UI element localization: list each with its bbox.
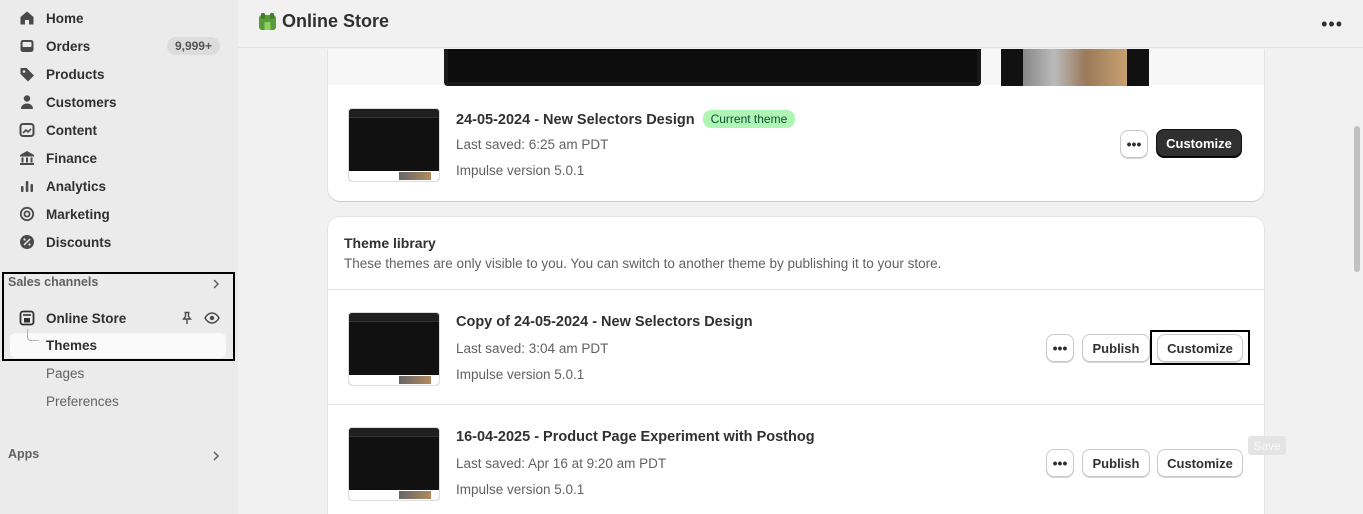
customize-focus-highlight	[1150, 330, 1250, 365]
save-button-ghost[interactable]: Save	[1248, 436, 1286, 455]
tree-connector	[27, 329, 39, 341]
library-theme-row: 16-04-2025 - Product Page Experiment wit…	[328, 405, 1264, 514]
page-title: Online Store	[282, 11, 390, 31]
inbox-icon	[18, 37, 36, 55]
sidebar-item-label: Orders	[46, 38, 91, 54]
theme-version: Impulse version 5.0.1	[456, 163, 585, 178]
pin-icon[interactable]	[180, 311, 194, 325]
sidebar-item-label: Marketing	[46, 206, 110, 222]
mobile-preview-image	[1001, 49, 1149, 86]
theme-more-actions-button[interactable]: •••	[1046, 334, 1074, 362]
theme-thumbnail	[348, 108, 440, 182]
bar-chart-icon	[18, 177, 36, 195]
current-theme-card: 24-05-2024 - New Selectors Design Current…	[328, 49, 1264, 201]
bank-icon	[18, 149, 36, 167]
themes-row-bg	[10, 333, 226, 358]
sidebar-item-label: Products	[46, 66, 105, 82]
theme-name: Copy of 24-05-2024 - New Selectors Desig…	[456, 314, 753, 330]
eye-icon[interactable]	[204, 311, 220, 325]
theme-last-saved: Last saved: 6:25 am PDT	[456, 137, 609, 152]
store-icon	[18, 309, 36, 327]
sidebar-item-content[interactable]: Content	[18, 117, 224, 143]
sidebar-item-label: Content	[46, 122, 97, 138]
theme-more-actions-button[interactable]: •••	[1046, 449, 1074, 477]
scrollbar-thumb[interactable]	[1354, 126, 1360, 272]
theme-version: Impulse version 5.0.1	[456, 482, 585, 497]
sidebar-item-customers[interactable]: Customers	[18, 89, 224, 115]
target-icon	[18, 205, 36, 223]
theme-last-saved: Last saved: 3:04 am PDT	[456, 341, 609, 356]
library-theme-row: Copy of 24-05-2024 - New Selectors Desig…	[328, 290, 1264, 404]
sales-channels-heading[interactable]: Sales channels	[8, 275, 98, 289]
customize-current-theme-button[interactable]: Customize	[1156, 129, 1242, 158]
theme-library-title: Theme library	[344, 235, 436, 251]
publish-button[interactable]: Publish	[1082, 449, 1150, 477]
more-actions-icon[interactable]: •••	[1321, 14, 1343, 35]
current-theme-badge: Current theme	[702, 110, 796, 128]
current-theme-row: 24-05-2024 - New Selectors Design Current…	[328, 86, 1264, 200]
discount-icon	[18, 233, 36, 251]
sidebar-item-label: Online Store	[46, 310, 127, 326]
online-store-app-icon	[259, 13, 276, 30]
content-icon	[18, 121, 36, 139]
tag-icon	[18, 65, 36, 83]
chevron-right-icon[interactable]	[210, 450, 222, 462]
sidebar-item-label: Home	[46, 10, 84, 26]
theme-library-subtitle: These themes are only visible to you. Yo…	[344, 256, 942, 271]
theme-more-actions-button[interactable]: •••	[1120, 130, 1148, 158]
theme-library-card: Theme library These themes are only visi…	[328, 217, 1264, 514]
chevron-right-icon[interactable]	[210, 278, 222, 290]
sidebar-item-label: Finance	[46, 150, 98, 166]
sidebar-item-discounts[interactable]: Discounts	[18, 229, 224, 255]
person-icon	[18, 93, 36, 111]
orders-count-badge: 9,999+	[166, 37, 220, 55]
theme-thumbnail	[348, 427, 440, 501]
theme-name: 16-04-2025 - Product Page Experiment wit…	[456, 429, 815, 445]
publish-button[interactable]: Publish	[1082, 334, 1150, 362]
theme-name: 24-05-2024 - New Selectors Design Current…	[456, 110, 796, 128]
sidebar-item-orders[interactable]: Orders 9,999+	[18, 33, 224, 59]
sidebar-subitem-preferences[interactable]: Preferences	[46, 394, 119, 409]
apps-heading[interactable]: Apps	[8, 447, 39, 461]
sidebar-item-finance[interactable]: Finance	[18, 145, 224, 171]
theme-version: Impulse version 5.0.1	[456, 367, 585, 382]
sidebar-item-products[interactable]: Products	[18, 61, 224, 87]
sidebar-item-label: Analytics	[46, 178, 107, 194]
home-icon	[18, 9, 36, 27]
desktop-preview-image	[444, 49, 981, 86]
sidebar-item-analytics[interactable]: Analytics	[18, 173, 224, 199]
sidebar-item-label: Discounts	[46, 234, 112, 250]
sidebar-item-label: Customers	[46, 94, 117, 110]
sidebar-subitem-themes[interactable]: Themes	[46, 338, 97, 353]
sidebar-subitem-pages[interactable]: Pages	[46, 366, 84, 381]
sidebar: Home Orders 9,999+ Products Customers Co…	[0, 0, 238, 514]
main-content: 24-05-2024 - New Selectors Design Current…	[238, 49, 1363, 514]
theme-thumbnail	[348, 312, 440, 386]
customize-button[interactable]: Customize	[1157, 449, 1243, 477]
theme-preview-area	[328, 49, 1264, 86]
sidebar-item-home[interactable]: Home	[18, 5, 224, 31]
sidebar-item-marketing[interactable]: Marketing	[18, 201, 224, 227]
theme-last-saved: Last saved: Apr 16 at 9:20 am PDT	[456, 456, 667, 471]
page-header: Online Store •••	[238, 0, 1363, 48]
